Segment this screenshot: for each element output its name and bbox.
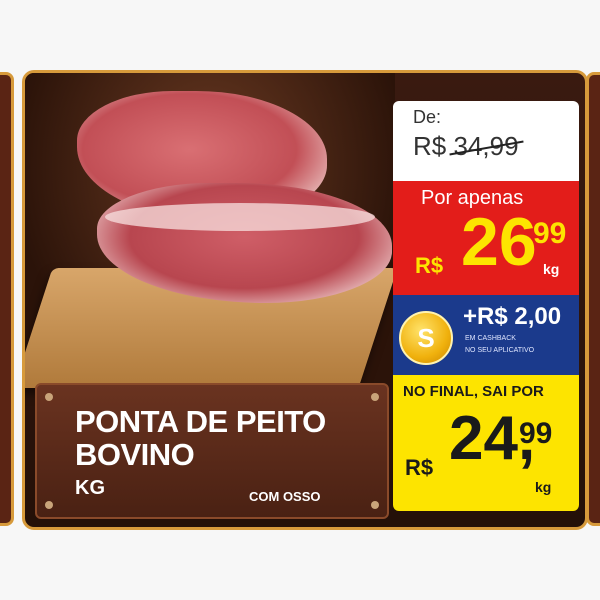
final-price-box: NO FINAL, SAI POR R$ 24, 99 kg (393, 375, 579, 511)
final-price-decimals: 99 (519, 417, 553, 450)
screw-icon (45, 501, 53, 509)
cashback-box: S +R$ 2,00 EM CASHBACK NO SEU APLICATIVO (393, 295, 579, 375)
product-offer-card[interactable]: PONTA DE PEITO BOVINO KG COM OSSO De: R$… (22, 70, 588, 530)
screw-icon (45, 393, 53, 401)
product-photo (25, 73, 398, 388)
coin-s-icon: S (399, 311, 453, 365)
original-price: R$ 34,99 (413, 131, 519, 162)
final-price-unit: kg (535, 479, 552, 495)
original-price-label: De: (413, 107, 442, 127)
product-name-plaque: PONTA DE PEITO BOVINO KG COM OSSO (35, 383, 389, 519)
original-price-value: 34,99 (453, 131, 519, 161)
product-name: PONTA DE PEITO BOVINO (75, 405, 375, 471)
offer-price-decimals: 99 (533, 217, 567, 250)
final-price-label: NO FINAL, SAI POR (403, 383, 544, 400)
original-price-currency: R$ (413, 131, 447, 161)
next-card-edge (586, 72, 600, 526)
screw-icon (371, 393, 379, 401)
product-unit: KG (75, 477, 105, 499)
previous-card-edge (0, 72, 14, 526)
screw-icon (371, 501, 379, 509)
cashback-amount: +R$ 2,00 (463, 303, 562, 330)
product-name-line2: BOVINO (75, 437, 195, 472)
offer-price-unit: kg (543, 261, 560, 277)
cashback-fine-print: EM CASHBACK (465, 335, 516, 342)
product-note: COM OSSO (249, 489, 321, 504)
cashback-fine-print: NO SEU APLICATIVO (465, 347, 535, 354)
original-price-box: De: R$ 34,99 (393, 101, 579, 181)
final-price-currency: R$ (405, 455, 434, 480)
price-column: De: R$ 34,99 Por apenas R$ 26 99 kg S +R… (393, 73, 585, 527)
fat-layer-image (105, 203, 375, 231)
offer-price-box: Por apenas R$ 26 99 kg (393, 181, 579, 295)
product-name-line1: PONTA DE PEITO (75, 404, 326, 439)
offer-price-integer: 26 (461, 204, 537, 280)
offer-price-currency: R$ (415, 253, 444, 278)
